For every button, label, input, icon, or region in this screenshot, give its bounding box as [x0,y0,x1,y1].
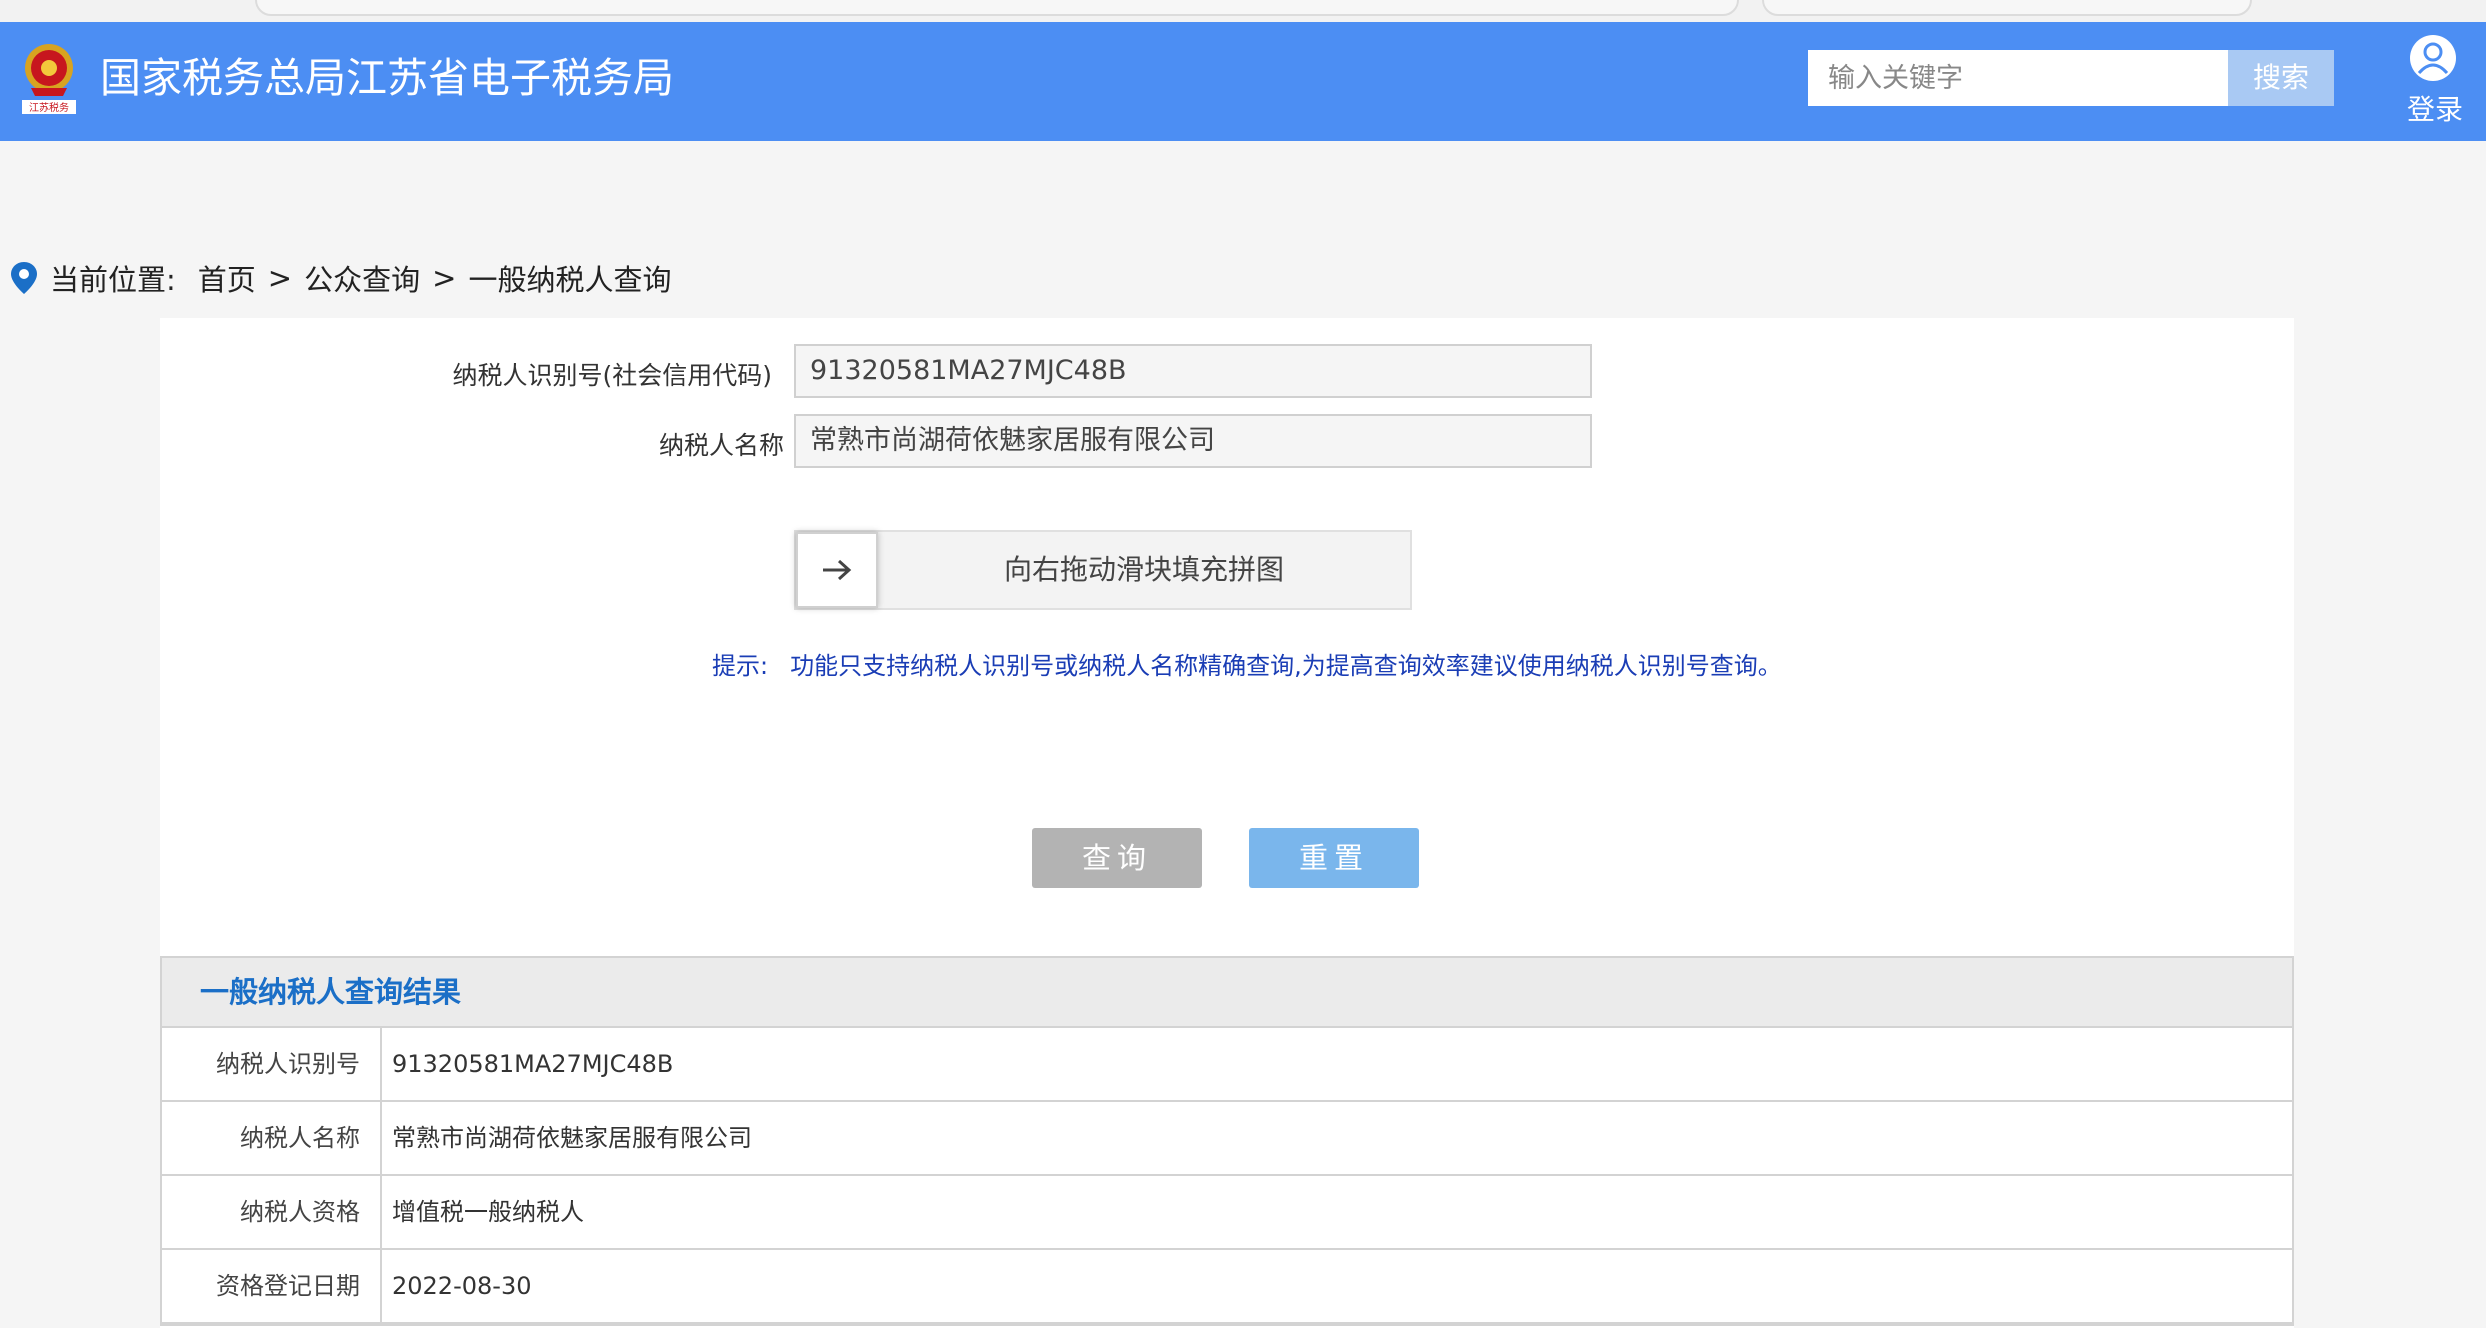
breadcrumb-current: 一般纳税人查询 [468,263,672,297]
hint-message: 功能只支持纳税人识别号或纳税人名称精确查询,为提高查询效率建议使用纳税人识别号查… [790,652,1782,680]
tax-emblem-icon: 江苏税务 [22,44,76,114]
taxpayer-name-label: 纳税人名称 [658,431,784,460]
query-panel: 纳税人识别号(社会信用代码) 91320581MA27MJC48B 纳税人名称 … [160,318,2294,1328]
login-link[interactable]: 登录 [2400,88,2470,128]
row-key: 纳税人识别号 [162,1028,382,1100]
taxpayer-id-input[interactable]: 91320581MA27MJC48B [794,344,1592,398]
table-row: 纳税人名称 常熟市尚湖荷依魅家居服有限公司 [162,1102,2292,1176]
result-table: 一般纳税人查询结果 纳税人识别号 91320581MA27MJC48B 纳税人名… [160,956,2294,1326]
breadcrumb-separator: > [432,261,457,295]
breadcrumb: 当前位置: 首页 > 公众查询 > 一般纳税人查询 [10,256,671,300]
table-row: 资格登记日期 2022-08-30 [162,1250,2292,1324]
reset-button[interactable]: 重置 [1249,828,1419,888]
taxpayer-id-label: 纳税人识别号(社会信用代码) [452,361,772,390]
top-tab-left[interactable] [255,0,1739,16]
row-key: 资格登记日期 [162,1250,382,1322]
row-key: 纳税人资格 [162,1176,382,1248]
breadcrumb-label: 当前位置: [50,263,176,297]
taxpayer-name-input[interactable]: 常熟市尚湖荷依魅家居服有限公司 [794,414,1592,468]
top-tab-right[interactable] [1762,0,2252,16]
captcha-slider[interactable]: 向右拖动滑块填充拼图 [794,530,1412,610]
table-row: 纳税人识别号 91320581MA27MJC48B [162,1028,2292,1102]
browser-top-strip [0,0,2486,22]
table-row: 纳税人资格 增值税一般纳税人 [162,1176,2292,1250]
user-avatar-icon[interactable] [2408,33,2458,83]
hint-text: 提示: 功能只支持纳税人识别号或纳税人名称精确查询,为提高查询效率建议使用纳税人识… [712,646,1782,681]
row-key: 纳税人名称 [162,1102,382,1174]
arrow-right-icon [823,559,852,581]
query-button[interactable]: 查询 [1032,828,1202,888]
row-value: 增值税一般纳税人 [392,1198,584,1226]
row-value: 常熟市尚湖荷依魅家居服有限公司 [392,1124,752,1152]
slider-instruction: 向右拖动滑块填充拼图 [1003,553,1284,586]
row-value: 2022-08-30 [392,1272,532,1300]
search-input[interactable] [1808,50,2228,106]
breadcrumb-public-query[interactable]: 公众查询 [304,257,420,299]
slider-handle[interactable] [796,532,878,608]
site-title: 国家税务总局江苏省电子税务局 [100,54,674,102]
result-title: 一般纳税人查询结果 [162,958,2292,1028]
svg-text:江苏税务: 江苏税务 [29,101,69,114]
location-pin-icon [11,262,37,294]
breadcrumb-home[interactable]: 首页 [198,257,256,299]
hint-label: 提示: [712,652,769,680]
breadcrumb-separator: > [267,261,293,295]
row-value: 91320581MA27MJC48B [392,1050,674,1078]
search-button[interactable]: 搜索 [2228,50,2334,106]
